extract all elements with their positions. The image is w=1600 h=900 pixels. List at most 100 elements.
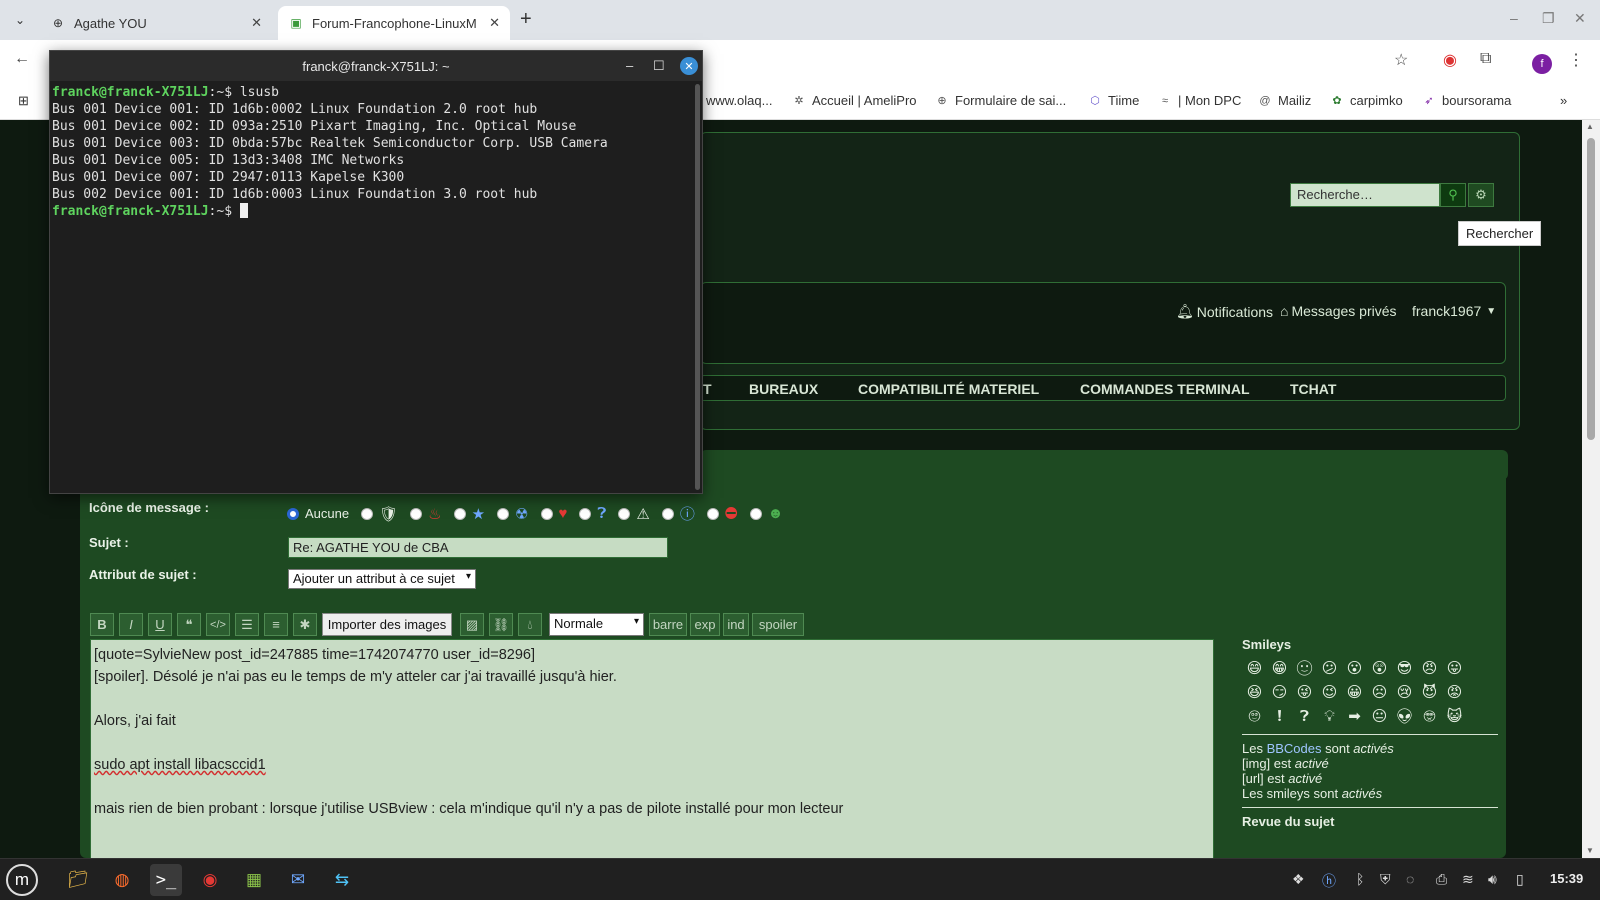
clock[interactable]: 15:39 [1550, 871, 1583, 886]
search-input[interactable]: Recherche… [1290, 183, 1440, 207]
minimize-icon[interactable]: – [1510, 10, 1518, 26]
apps-grid-icon[interactable]: ⊞ [18, 93, 29, 109]
color-button[interactable]: 💧︎ [518, 613, 542, 636]
smiley-green-icon[interactable]: 👽︎ [1392, 704, 1417, 728]
shield-icon[interactable]: ⛨ [1380, 871, 1391, 888]
new-tab-button[interactable]: + [520, 8, 532, 31]
smiley-neutral-icon[interactable]: 😐︎ [1367, 704, 1392, 728]
nav-item-partial[interactable]: T [703, 381, 712, 397]
terminal-titlebar[interactable]: franck@franck-X751LJ: ~ [50, 51, 702, 81]
bookmark-tiime[interactable]: ⬡ Tiime [1088, 93, 1139, 108]
maximize-icon[interactable]: ❐ [1542, 10, 1555, 27]
smiley-lol-icon[interactable]: 😆︎ [1242, 680, 1267, 704]
smiley-laugh-icon[interactable]: 😄︎ [1242, 656, 1267, 680]
chrome-app-icon[interactable]: ◉ [194, 864, 226, 896]
bookmark-olaq[interactable]: www.olaq... [706, 93, 772, 108]
bookmark-amelipro[interactable]: ✲ Accueil | AmeliPro [792, 93, 916, 108]
smiley-eek-icon[interactable]: 😲︎ [1367, 656, 1392, 680]
firefox-icon[interactable]: ◍ [106, 864, 138, 896]
bookmark-carpimko[interactable]: ✿ carpimko [1330, 93, 1402, 108]
scroll-up-icon[interactable]: ▲ [1586, 122, 1594, 131]
extensions-icon[interactable]: ⧉ [1480, 50, 1491, 68]
smiley-idea-icon[interactable]: 💡︎ [1317, 704, 1342, 728]
link-button[interactable]: ⛓ [489, 613, 513, 636]
icon-radio[interactable] [661, 507, 674, 520]
window-close-icon[interactable]: ✕ [1574, 10, 1586, 27]
volume-icon[interactable]: 🔊︎ [1488, 871, 1497, 888]
menu-kebab-icon[interactable]: ⋮ [1568, 50, 1584, 70]
subject-input[interactable]: Re: AGATHE YOU de CBA [288, 537, 668, 558]
smiley-sunglasses-icon[interactable]: 😏︎ [1267, 680, 1292, 704]
icon-radio[interactable] [453, 507, 466, 520]
profile-avatar[interactable]: f [1532, 54, 1552, 74]
spoiler-button[interactable]: spoiler [752, 613, 804, 636]
intel-icon[interactable]: ◌ [1406, 871, 1414, 887]
icon-radio-none[interactable] [287, 507, 299, 520]
printer-icon[interactable]: ⎙ [1436, 871, 1447, 888]
smiley-cry-icon[interactable]: 😢︎ [1392, 680, 1417, 704]
terminal-maximize-icon[interactable]: ☐ [653, 58, 665, 74]
terminal-minimize-icon[interactable]: – [626, 58, 633, 73]
terminal-window[interactable]: franck@franck-X751LJ: ~ – ☐ ✕ franck@fra… [49, 50, 703, 494]
image-button[interactable]: ▨ [460, 613, 484, 636]
tab-agathe-you[interactable]: ⊕ Agathe YOU ✕ [40, 6, 272, 40]
smiley-confused-icon[interactable]: 😕︎ [1317, 656, 1342, 680]
smiley-wink-icon[interactable]: 😉︎ [1317, 680, 1342, 704]
quote-button[interactable]: ❝ [177, 613, 201, 636]
chrome-icon[interactable]: ◉ [1443, 50, 1457, 70]
smiley-arrow-icon[interactable]: ➡ [1342, 704, 1367, 728]
smiley-smile-icon[interactable]: 🙂︎ [1292, 656, 1317, 680]
smiley-roll-icon[interactable]: 🙄︎ [1242, 704, 1267, 728]
tab-search-icon[interactable]: ⌄ [8, 8, 32, 32]
nav-item-bureaux[interactable]: BUREAUX [749, 381, 818, 397]
notifications-link[interactable]: 🔔︎ Notifications [1176, 303, 1273, 320]
italic-button[interactable]: I [119, 613, 143, 636]
bbcodes-link[interactable]: BBCodes [1267, 741, 1322, 756]
scrollbar-thumb[interactable] [1587, 138, 1595, 440]
smiley-surprised-icon[interactable]: 😮︎ [1342, 656, 1367, 680]
scroll-down-icon[interactable]: ▼ [1586, 846, 1594, 855]
wifi-icon[interactable]: ≋ [1462, 871, 1474, 888]
smiley-ugeek-icon[interactable]: 😺︎ [1442, 704, 1467, 728]
topic-review-link[interactable]: Revue du sujet [1242, 814, 1498, 829]
files-folder-icon[interactable]: 📁︎ [62, 864, 94, 896]
back-arrow-icon[interactable]: ← [14, 50, 30, 68]
ordered-list-button[interactable]: ≡ [264, 613, 288, 636]
list-button[interactable]: ☰ [235, 613, 259, 636]
hp-icon[interactable]: ⓗ [1322, 871, 1336, 891]
underline-button[interactable]: U [148, 613, 172, 636]
bookmark-boursorama[interactable]: ➶ boursorama [1422, 93, 1511, 108]
bookmark-star-icon[interactable]: ☆ [1394, 50, 1408, 70]
icon-radio[interactable] [540, 507, 553, 520]
icon-radio[interactable] [361, 507, 374, 520]
smiley-sad-icon[interactable]: ☹ [1367, 680, 1392, 704]
battery-icon[interactable]: ▯ [1516, 871, 1524, 888]
bluetooth-icon[interactable]: ᛒ [1356, 871, 1364, 887]
smiley-question-icon[interactable]: ❓︎ [1292, 704, 1317, 728]
close-icon[interactable]: ✕ [251, 15, 262, 31]
icon-radio[interactable] [618, 507, 631, 520]
bookmark-mailiz[interactable]: @ Mailiz [1258, 93, 1311, 108]
nav-item-tchat[interactable]: TCHAT [1290, 381, 1336, 397]
spreadsheet-icon[interactable]: ▦ [238, 864, 270, 896]
message-textarea[interactable]: [quote=SylvieNew post_id=247885 time=174… [90, 639, 1214, 859]
icon-radio[interactable] [579, 507, 592, 520]
bookmark-mon-dpc[interactable]: ≈ | Mon DPC [1158, 93, 1241, 108]
smiley-twisted-icon[interactable]: 😡︎ [1442, 680, 1467, 704]
smiley-tongue-icon[interactable]: 😛︎ [1442, 656, 1467, 680]
terminal-scrollbar[interactable] [695, 84, 700, 490]
close-icon[interactable]: ✕ [489, 15, 500, 31]
smiley-exclaim-icon[interactable]: ❗︎ [1267, 704, 1292, 728]
search-button[interactable]: ⚲ [1440, 183, 1466, 207]
code-button[interactable]: </> [206, 613, 230, 636]
usb-transfer-icon[interactable]: ⇆ [326, 864, 358, 896]
attribute-select[interactable]: Ajouter un attribut à ce sujet ▾ [288, 569, 476, 589]
icon-radio[interactable] [749, 507, 762, 520]
mint-menu-icon[interactable]: m [6, 864, 38, 896]
dropbox-icon[interactable]: ❖ [1292, 871, 1305, 888]
terminal-app-icon[interactable]: >_ [150, 864, 182, 896]
icon-radio[interactable] [410, 507, 423, 520]
smiley-geek-icon[interactable]: 🤓︎ [1417, 704, 1442, 728]
smiley-razz-icon[interactable]: 😜︎ [1292, 680, 1317, 704]
exp-button[interactable]: exp [690, 613, 720, 636]
